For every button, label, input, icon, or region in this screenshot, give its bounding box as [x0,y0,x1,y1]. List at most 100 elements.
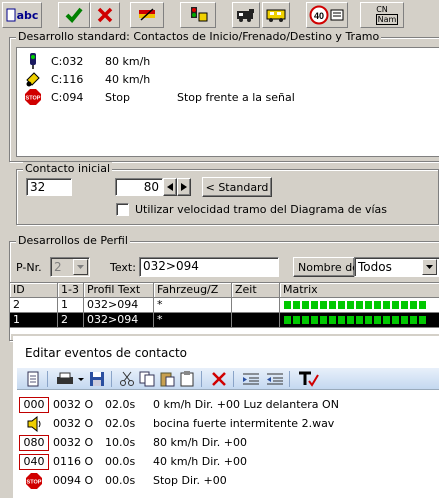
event-description: Stop Dir. +00 [153,474,227,487]
standard-list[interactable]: C:032 80 km/h C:116 40 km/h STOP C:094 S… [16,47,439,157]
wagon-icon [266,9,286,22]
flag-icon [139,8,155,21]
column-header-vehicle[interactable]: Fahrzeug/Z [154,283,232,298]
speed-decrease-button[interactable] [163,178,177,196]
close-icon [97,7,113,23]
clipboard-icon[interactable] [179,371,195,387]
stop-icon: STOP [26,473,42,489]
paste-icon[interactable] [159,371,175,387]
cancel-button[interactable] [90,2,120,28]
print-icon[interactable] [55,371,75,387]
wagon-button[interactable] [262,2,290,28]
speed-input[interactable]: 80 [115,178,163,196]
standard-note: Stop frente a la señal [177,90,295,104]
cell-time [232,313,280,328]
cell-vehicle: * [154,313,232,328]
speed-badge: 040 [19,454,49,470]
speed-limit-button[interactable]: 40 [306,2,348,28]
outdent-icon[interactable] [265,371,285,387]
copy-icon[interactable] [139,371,155,387]
document-icon[interactable] [25,371,41,387]
cut-icon[interactable] [119,371,135,387]
column-header-text[interactable]: Profil Text [84,283,154,298]
signal-icon [30,53,36,69]
arrow-right-icon [181,183,187,191]
cell-matrix [280,298,439,313]
speed-limit-icon: 40 [309,5,344,25]
event-row[interactable]: 040 0116 O 00.0s 40 km/h Dir. +00 [17,453,437,472]
standard-speed: Stop [105,90,131,104]
speed-badge: 000 [19,397,49,413]
flag-button[interactable] [130,2,164,28]
signal-tool-icon [191,7,208,22]
name-filter-select[interactable]: Todos [354,257,439,277]
event-row[interactable]: STOP 0094 O 00.0s Stop Dir. +00 [17,472,437,491]
table-row-selected[interactable]: 1 2 032>094 * [10,313,439,328]
column-header-id[interactable]: ID [10,283,58,298]
standard-button[interactable]: < Standard [202,177,272,197]
abc-label: abc [16,8,39,22]
main-toolbar: abc 40 CN Nam [0,0,439,30]
svg-text:STOP: STOP [26,96,41,102]
name-filter-button[interactable]: Nombre de [293,257,355,277]
document-icon [6,8,16,22]
event-description: 80 km/h Dir. +00 [153,436,247,449]
speed-increase-button[interactable] [177,178,191,196]
event-editor-panel: Editar eventos de contacto 000 0032 O 02… [13,336,439,498]
signal-tool-button[interactable] [180,2,216,28]
contact-input[interactable]: 32 [26,178,72,196]
grid-header: ID 1-3 Profil Text Fahrzeug/Z Zeit Matri… [10,283,439,298]
text-format-icon[interactable] [297,371,319,387]
accept-button[interactable] [58,2,90,28]
event-row[interactable]: 000 0032 O 02.0s 0 km/h Dir. +00 Luz del… [17,396,437,415]
standard-speed: 40 km/h [105,72,151,86]
event-row[interactable]: 0032 O 02.0s bocina fuerte intermitente … [17,415,437,434]
event-row[interactable]: 080 0032 O 10.0s 80 km/h Dir. +00 [17,434,437,453]
profile-text-input[interactable]: 032>094 [139,257,279,277]
chevron-down-icon[interactable] [77,371,85,387]
use-track-speed-label: Utilizar velocidad tramo del Diagrama de… [135,203,388,216]
cell-id: 2 [10,298,58,313]
pnr-select[interactable]: 2 [50,257,90,277]
event-time: 10.0s [105,436,136,449]
column-header-time[interactable]: Zeit [232,283,280,298]
event-time: 02.0s [105,398,136,411]
perfil-group-title: Desarrollos de Perfil [16,234,130,247]
event-time: 02.0s [105,417,136,430]
event-contact: 0032 O [53,398,94,411]
train-button[interactable] [232,2,260,28]
spellcheck-button[interactable]: abc [2,2,42,28]
chevron-down-icon[interactable] [73,259,88,275]
text-label: Text: [110,261,136,274]
column-header-n[interactable]: 1-3 [58,283,84,298]
train-icon [237,9,254,22]
event-contact: 0032 O [53,417,94,430]
chevron-down-icon[interactable] [422,259,437,275]
pnr-label: P-Nr. [16,261,42,274]
table-row[interactable]: 2 1 032>094 * [10,298,439,313]
standard-row[interactable]: STOP C:094 Stop Stop frente a la señal [17,88,439,106]
standard-row[interactable]: C:032 80 km/h [17,52,439,70]
event-contact: 0032 O [53,436,94,449]
use-track-speed-checkbox[interactable] [116,203,129,216]
event-contact: 0094 O [53,474,94,487]
cell-matrix [280,313,439,328]
standard-contact: C:116 [51,72,84,86]
editor-title: Editar eventos de contacto [25,346,187,360]
pnr-value: 2 [54,260,62,274]
signal-name-button[interactable]: CN Nam [360,2,404,28]
save-icon[interactable] [89,371,105,387]
standard-speed: 80 km/h [105,54,151,68]
yellow-signal-icon [26,72,40,87]
delete-icon[interactable] [211,371,227,387]
profile-grid: ID 1-3 Profil Text Fahrzeug/Z Zeit Matri… [9,282,439,334]
standard-row[interactable]: C:116 40 km/h [17,70,439,88]
standard-group-title: Desarrollo standard: Contactos de Inicio… [16,30,382,43]
signal-name-bottom: Nam [375,14,399,25]
signal-name-top: CN [376,5,388,14]
indent-icon[interactable] [241,371,261,387]
column-header-matrix[interactable]: Matrix [280,283,439,298]
speed-badge: 080 [19,435,49,451]
event-description: 0 km/h Dir. +00 Luz delantera ON [153,398,339,411]
cell-n: 1 [58,298,84,313]
